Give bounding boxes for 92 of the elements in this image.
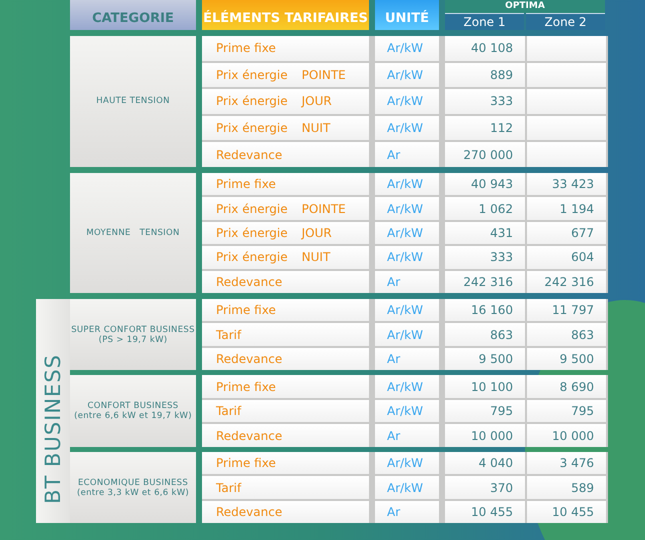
tariff-label: Prime fixe	[216, 380, 276, 394]
zone-value-cell: 242 316	[445, 270, 525, 293]
unit-cell: Ar/kW	[375, 246, 439, 269]
period-label: POINTE	[302, 68, 346, 82]
period-label: JOUR	[302, 94, 332, 108]
zone-value-cell: 8 690	[527, 375, 606, 398]
elements-header: ÉLÉMENTS TARIFAIRES	[202, 0, 369, 30]
tariff-label: Prix énergie	[216, 226, 288, 240]
tariff-label: Redevance	[216, 274, 282, 289]
zone-header: Zone 2	[526, 13, 605, 30]
zone-value-cell: 795	[527, 400, 606, 422]
unit-cell: Ar/kW	[375, 197, 439, 220]
section-title: BT BUSINESS	[41, 354, 65, 504]
unit-cell: Ar/kW	[375, 222, 439, 244]
unit-cell: Ar/kW	[375, 116, 439, 140]
zone-value-cell: 589	[527, 476, 606, 499]
zone-value-cell: 242 316	[527, 270, 606, 293]
zone-value-cell: 3 476	[527, 452, 606, 474]
unit-cell: Ar	[375, 348, 439, 370]
category-title: SUPER CONFORT BUSINESS	[71, 324, 195, 335]
tariff-label: Prime fixe	[216, 41, 276, 56]
zone-value-cell: 40 108	[445, 36, 525, 61]
zone-value-cell: 370	[445, 476, 525, 499]
period-label: NUIT	[302, 250, 330, 264]
zone-value-cell: 431	[445, 222, 525, 244]
period-label: POINTE	[302, 202, 346, 216]
zone-value-cell: 270 000	[445, 142, 525, 167]
unit-cell: Ar/kW	[375, 298, 439, 322]
category-title: ECONOMIQUE BUSINESS	[78, 478, 188, 488]
zone-value-cell: 677	[527, 222, 606, 244]
unit-cell: Ar/kW	[375, 89, 439, 114]
unit-cell: Ar/kW	[375, 323, 439, 346]
tariff-label: Redevance	[216, 352, 282, 366]
zone-value-cell: 40 943	[445, 172, 525, 196]
zone-value-cell: 4 040	[445, 452, 525, 474]
unit-cell: Ar	[375, 424, 439, 447]
zone-header: Zone 1	[445, 13, 524, 30]
tariff-label: Prix énergie	[216, 94, 288, 108]
tariff-label: Prix énergie	[216, 121, 288, 136]
unit-cell: Ar/kW	[375, 36, 439, 61]
zone-value-cell: 10 455	[527, 500, 606, 524]
tariff-label: Tarif	[216, 404, 242, 418]
category-title: MOYENNE TENSION	[86, 228, 180, 238]
category-note: (entre 3,3 kW et 6,6 kW)	[76, 488, 190, 498]
tariff-label: Prime fixe	[216, 177, 276, 192]
tariff-label: Tarif	[216, 328, 242, 342]
unit-cell: Ar/kW	[375, 172, 439, 196]
tariff-label: Redevance	[216, 505, 282, 520]
tariff-label: Redevance	[216, 148, 282, 162]
zone-value-cell: 604	[527, 246, 606, 269]
zone-value-cell: 9 500	[445, 348, 525, 370]
zone-value-cell: 9 500	[527, 348, 606, 370]
period-label: NUIT	[302, 121, 330, 136]
unit-cell: Ar/kW	[375, 452, 439, 474]
category-title: CONFORT BUSINESS	[87, 401, 179, 412]
zone-value-cell: 16 160	[445, 298, 525, 322]
zone-value-cell: 889	[445, 62, 525, 88]
tariff-label: Prix énergie	[216, 202, 288, 216]
zone-value-cell: 112	[445, 116, 525, 140]
zone-value-cell: 863	[445, 323, 525, 346]
zone-value-cell: 863	[527, 323, 606, 346]
unit-cell: Ar/kW	[375, 62, 439, 88]
zone-value-cell: 10 000	[445, 424, 525, 447]
zone-value-cell: 1 062	[445, 197, 525, 220]
unit-cell: Ar	[375, 142, 439, 167]
zone-value-cell: 10 100	[445, 375, 525, 398]
zone-value-cell: 33 423	[527, 172, 606, 196]
period-label: JOUR	[302, 226, 332, 240]
tariff-label: Prix énergie	[216, 68, 288, 82]
unit-cell: Ar/kW	[375, 400, 439, 422]
unit-header: UNITÉ	[375, 0, 439, 30]
category-note: (entre 6,6 kW et 19,7 kW)	[74, 411, 192, 422]
zone-value-cell: 11 797	[527, 298, 606, 322]
category-note: (PS > 19,7 kW)	[98, 334, 168, 345]
category-title: HAUTE TENSION	[96, 96, 170, 106]
unit-cell: Ar/kW	[375, 375, 439, 398]
tariff-label: Prime fixe	[216, 456, 276, 470]
option-header: OPTIMA	[445, 0, 605, 13]
tariff-label: Prime fixe	[216, 303, 276, 318]
unit-cell: Ar/kW	[375, 476, 439, 499]
tariff-label: Tarif	[216, 480, 242, 495]
tariff-label: Redevance	[216, 428, 282, 443]
category-header: CATEGORIE	[70, 0, 196, 30]
zone-value-cell: 795	[445, 400, 525, 422]
tariff-label: Prix énergie	[216, 250, 288, 264]
zone-value-cell: 333	[445, 246, 525, 269]
unit-cell: Ar	[375, 270, 439, 293]
zone-value-cell: 10 455	[445, 500, 525, 524]
zone-value-cell: 1 194	[527, 197, 606, 220]
zone-value-cell: 333	[445, 89, 525, 114]
zone-value-cell: 10 000	[527, 424, 606, 447]
unit-cell: Ar	[375, 500, 439, 524]
